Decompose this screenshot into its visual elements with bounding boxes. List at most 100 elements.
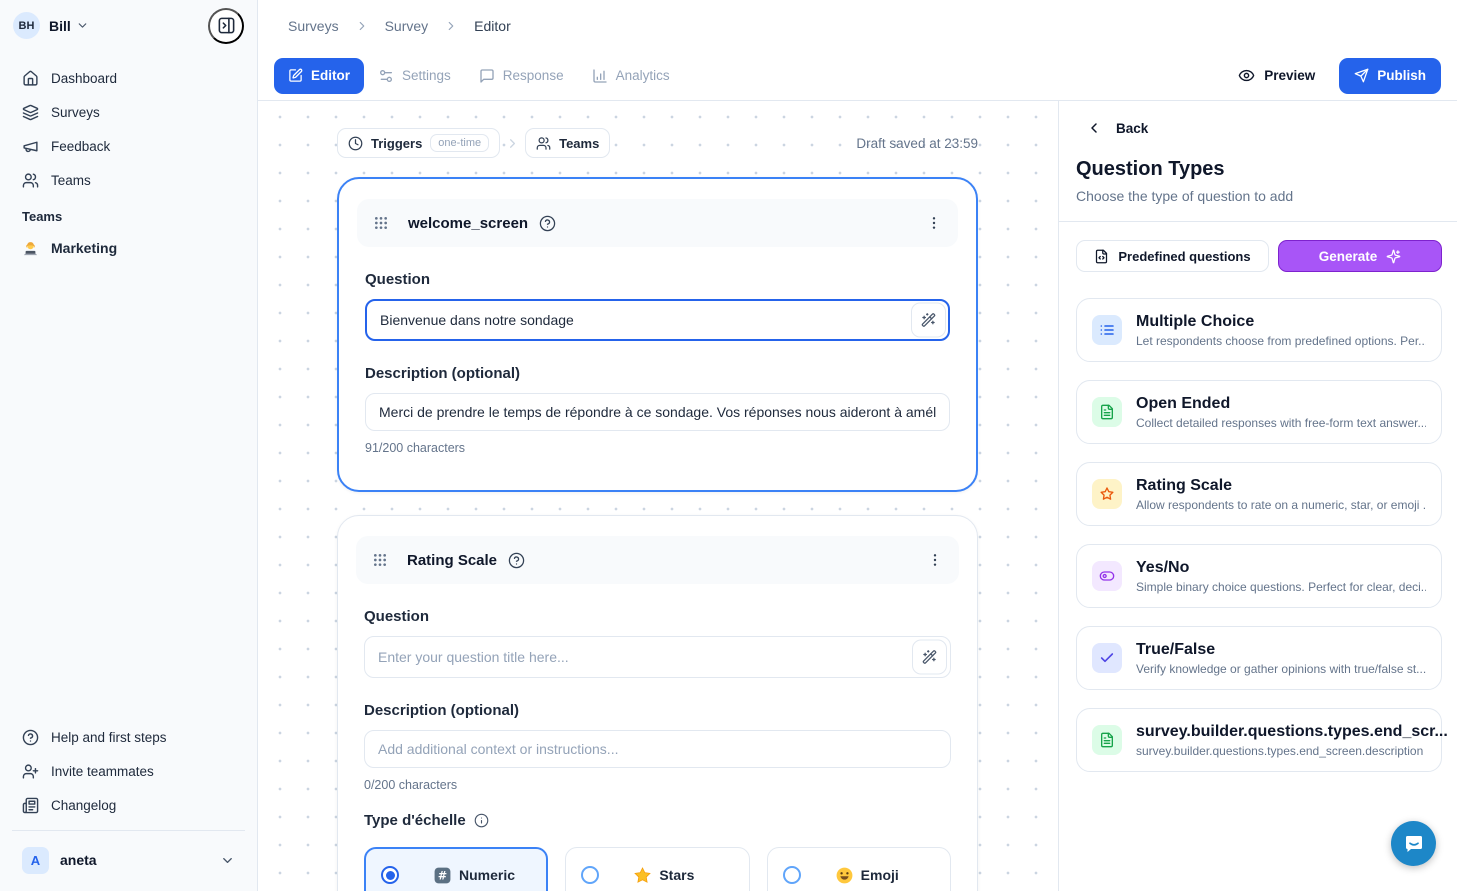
- more-options-icon[interactable]: [926, 215, 942, 231]
- publish-button[interactable]: Publish: [1339, 58, 1441, 94]
- drag-handle-icon[interactable]: [372, 552, 388, 568]
- scale-option-numeric[interactable]: # Numeric: [364, 847, 548, 891]
- scale-option-emoji[interactable]: Emoji: [767, 847, 951, 891]
- send-icon: [1354, 68, 1369, 83]
- type-title: survey.builder.questions.types.end_scr..…: [1136, 723, 1448, 740]
- type-card-yes-no[interactable]: Yes/NoSimple binary choice questions. Pe…: [1076, 544, 1442, 608]
- sidebar-item-label: Teams: [51, 173, 91, 188]
- radio-unselected[interactable]: [581, 866, 599, 884]
- teams-chip[interactable]: Teams: [525, 128, 610, 158]
- generate-button[interactable]: Generate: [1278, 240, 1442, 272]
- question-label: Question: [365, 271, 950, 288]
- preview-label: Preview: [1264, 68, 1315, 83]
- one-time-badge: one-time: [430, 134, 489, 152]
- breadcrumb: Surveys Survey Editor: [258, 0, 1457, 51]
- tab-label: Settings: [402, 68, 451, 83]
- description-label: Description (optional): [364, 702, 951, 719]
- question-description-input[interactable]: [365, 393, 950, 431]
- account-name: aneta: [60, 852, 97, 868]
- type-desc: survey.builder.questions.types.end_scree…: [1136, 744, 1426, 758]
- info-icon[interactable]: [474, 813, 489, 828]
- help-circle-icon[interactable]: [539, 215, 556, 232]
- type-card-rating-scale[interactable]: Rating ScaleAllow respondents to rate on…: [1076, 462, 1442, 526]
- chevron-right-icon: [355, 19, 369, 33]
- ai-wand-button[interactable]: [912, 640, 947, 675]
- sidebar-item-feedback[interactable]: Feedback: [12, 129, 245, 163]
- team-label: Marketing: [51, 240, 117, 256]
- question-types-panel: Back Question Types Choose the type of q…: [1058, 101, 1457, 891]
- scale-option-label: Numeric: [459, 867, 515, 883]
- sidebar-item-changelog[interactable]: Changelog: [12, 788, 245, 822]
- chevron-down-icon: [76, 19, 89, 32]
- survey-canvas: Triggers one-time Teams Draft saved at 2…: [258, 101, 1058, 891]
- chevron-right-icon: [444, 19, 458, 33]
- panel-subtitle: Choose the type of question to add: [1076, 188, 1442, 204]
- question-description-input[interactable]: [364, 730, 951, 768]
- type-card-true-false[interactable]: True/FalseVerify knowledge or gather opi…: [1076, 626, 1442, 690]
- sidebar-item-help[interactable]: Help and first steps: [12, 720, 245, 754]
- predefined-questions-button[interactable]: Predefined questions: [1076, 240, 1269, 272]
- wand-sparkles-icon: [921, 313, 936, 328]
- chevron-right-icon: [505, 136, 520, 151]
- type-card-multiple-choice[interactable]: Multiple ChoiceLet respondents choose fr…: [1076, 298, 1442, 362]
- toolbar: Editor Settings Response Analytics Previ…: [258, 51, 1457, 101]
- triggers-chip[interactable]: Triggers one-time: [337, 128, 500, 158]
- sidebar-item-teams[interactable]: Teams: [12, 163, 245, 197]
- generate-label: Generate: [1319, 249, 1378, 264]
- analytics-chart-icon: [592, 68, 608, 84]
- type-card-end-screen[interactable]: survey.builder.questions.types.end_scr..…: [1076, 708, 1442, 772]
- svg-text:#: #: [438, 869, 447, 882]
- question-card-title: Rating Scale: [407, 552, 497, 569]
- scale-type-options: # Numeric Stars Emoji: [364, 847, 951, 891]
- sidebar-item-surveys[interactable]: Surveys: [12, 95, 245, 129]
- sidebar-item-label: Dashboard: [51, 71, 117, 86]
- scale-type-label: Type d'échelle: [364, 812, 466, 829]
- help-circle-icon: [22, 729, 39, 746]
- main-area: Surveys Survey Editor Editor Settings Re…: [258, 0, 1457, 891]
- type-title: Yes/No: [1136, 559, 1189, 576]
- radio-unselected[interactable]: [783, 866, 801, 884]
- megaphone-icon: [22, 138, 39, 155]
- collapse-sidebar-button[interactable]: [208, 8, 244, 44]
- type-card-open-ended[interactable]: Open EndedCollect detailed responses wit…: [1076, 380, 1442, 444]
- scale-option-label: Stars: [659, 867, 694, 883]
- sidebar-item-label: Invite teammates: [51, 764, 154, 779]
- settings-icon: [378, 68, 394, 84]
- tab-settings[interactable]: Settings: [364, 58, 465, 94]
- help-circle-icon[interactable]: [508, 552, 525, 569]
- preview-button[interactable]: Preview: [1238, 67, 1315, 84]
- workspace-switcher[interactable]: BH Bill: [0, 0, 257, 51]
- question-title-input[interactable]: [364, 636, 951, 678]
- radio-selected[interactable]: [381, 866, 399, 884]
- type-desc: Allow respondents to rate on a numeric, …: [1136, 498, 1426, 512]
- ai-wand-button[interactable]: [911, 303, 946, 338]
- panel-title: Question Types: [1076, 158, 1442, 181]
- list-icon: [1092, 315, 1122, 345]
- breadcrumb-survey[interactable]: Survey: [385, 18, 429, 34]
- question-card-welcome-screen[interactable]: welcome_screen Question Description (opt…: [337, 177, 978, 492]
- scale-option-stars[interactable]: Stars: [565, 847, 749, 891]
- layers-icon: [22, 104, 39, 121]
- workspace-name: Bill: [49, 18, 71, 34]
- sidebar-team-marketing[interactable]: Marketing: [12, 230, 245, 266]
- breadcrumb-surveys[interactable]: Surveys: [288, 18, 339, 34]
- sidebar-item-dashboard[interactable]: Dashboard: [12, 61, 245, 95]
- tab-editor[interactable]: Editor: [274, 58, 364, 94]
- clock-icon: [348, 136, 363, 151]
- smiley-emoji: [835, 866, 854, 885]
- drag-handle-icon[interactable]: [373, 215, 389, 231]
- file-text-icon: [1092, 725, 1122, 755]
- star-icon: [1092, 479, 1122, 509]
- tab-response[interactable]: Response: [465, 58, 578, 94]
- type-title: Open Ended: [1136, 395, 1230, 412]
- account-menu[interactable]: A aneta: [12, 837, 245, 883]
- question-card-rating-scale[interactable]: Rating Scale Question Description (optio…: [337, 515, 978, 891]
- back-button[interactable]: Back: [1076, 120, 1442, 136]
- sidebar-item-invite[interactable]: Invite teammates: [12, 754, 245, 788]
- more-options-icon[interactable]: [927, 552, 943, 568]
- breadcrumb-editor[interactable]: Editor: [474, 18, 511, 34]
- sidebar: BH Bill Dashboard Surveys Feedback: [0, 0, 258, 891]
- tab-analytics[interactable]: Analytics: [578, 58, 684, 94]
- chat-widget-button[interactable]: [1391, 821, 1436, 866]
- question-title-input[interactable]: [365, 299, 950, 341]
